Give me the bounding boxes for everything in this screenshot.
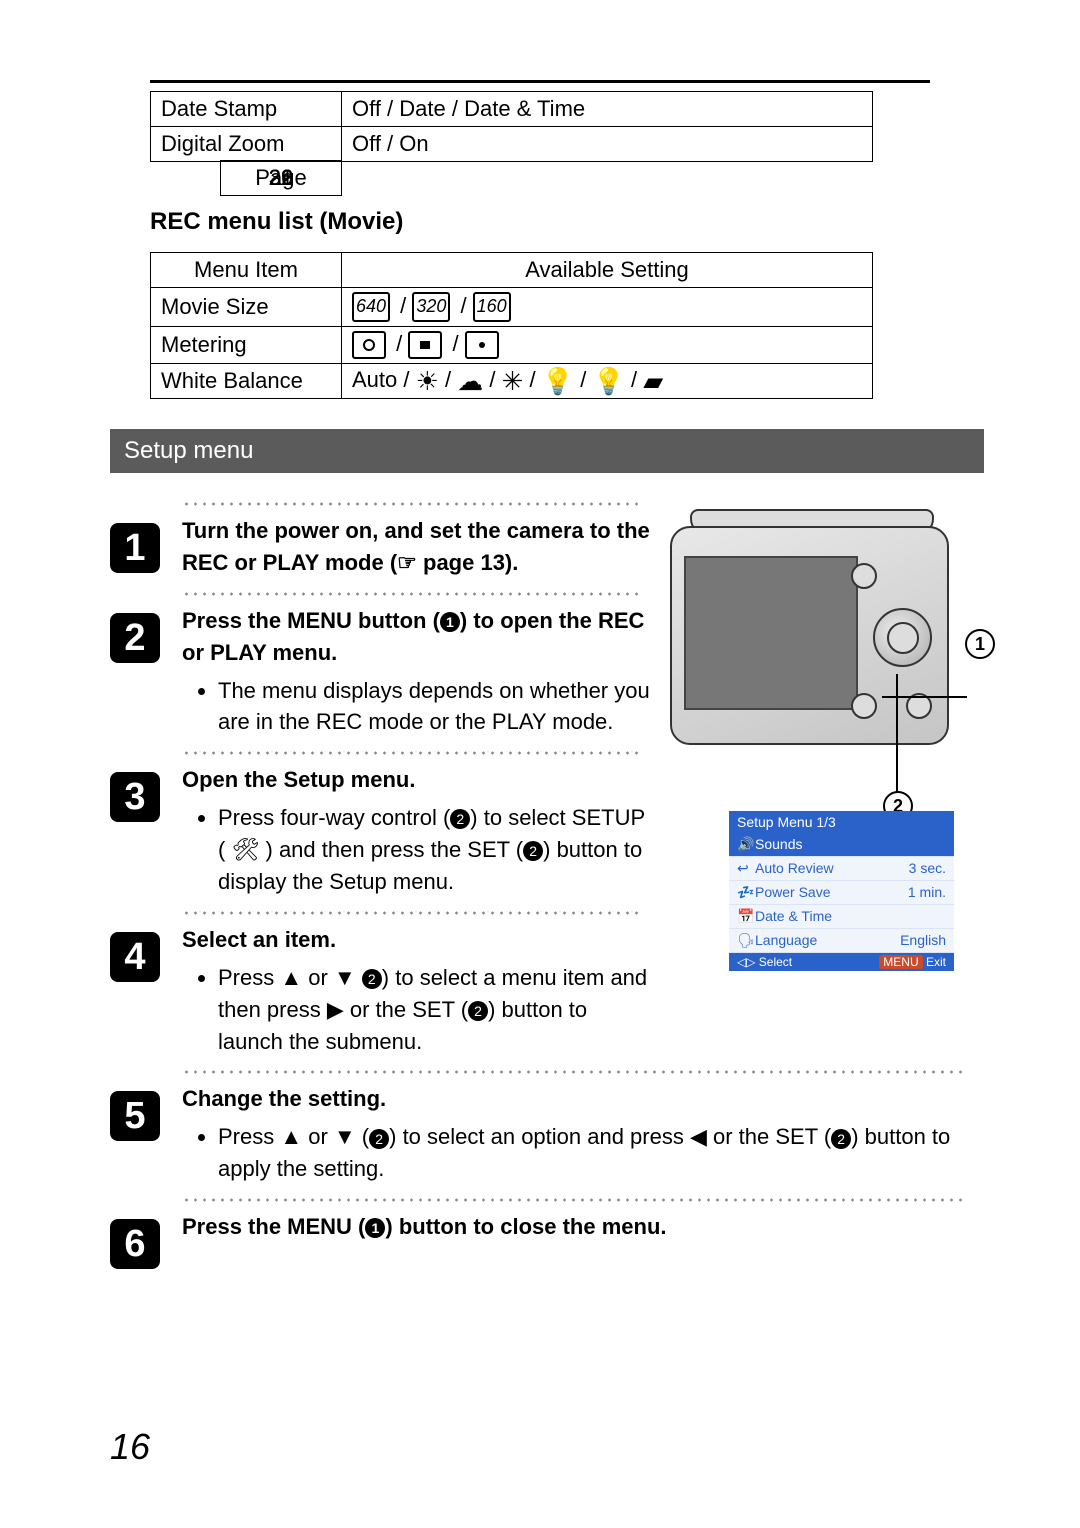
step-number: 1 <box>110 523 160 573</box>
wb-daylight-icon: ☀︎ <box>416 366 439 396</box>
step-bullet: Press ▲ or ▼ (2) to select an option and… <box>218 1121 970 1185</box>
table-movie: Menu Item Available Setting Page Movie S… <box>150 252 930 399</box>
step-title-part: Press the MENU button ( <box>182 608 440 633</box>
step-1: 1 Turn the power on, and set the camera … <box>110 501 970 579</box>
dots-divider <box>182 1069 968 1075</box>
callout-inline-2: 2 <box>468 1001 488 1021</box>
table-row: White Balance Auto / ☀︎ / ☁︎ / ✳︎ / 💡 / … <box>151 364 930 399</box>
setup-menu-bar: Setup menu <box>110 429 984 473</box>
step-bullet: The menu displays depends on whether you… <box>218 675 652 739</box>
table-row: Date Stamp Off / Date / Date & Time 31 <box>151 92 930 127</box>
table-row: Movie Size 640 / 320 / 160 26 <box>151 288 930 327</box>
step-bullet: Press four-way control (2) to select SET… <box>218 802 652 898</box>
wb-tungsten-icon: ✳︎ <box>502 366 524 396</box>
table-header-row: Menu Item Available Setting Page <box>151 253 930 288</box>
step-title-part: ) button to close the menu. <box>385 1214 666 1239</box>
page-number: 16 <box>110 1426 150 1468</box>
wb-cloudy-icon: ☁︎ <box>457 366 483 396</box>
step-number: 6 <box>110 1219 160 1269</box>
step-2: 2 Press the MENU button (1) to open the … <box>110 591 970 739</box>
dots-divider <box>182 750 642 756</box>
bullet-part: Press ▲ or ▼ ( <box>218 1124 369 1149</box>
th-setting: Available Setting <box>342 253 873 288</box>
cell-page: 29 <box>220 160 342 196</box>
wb-custom-icon: ▰ <box>643 366 663 396</box>
table-row: Digital Zoom Off / On 22 <box>151 127 930 162</box>
size-160-icon: 160 <box>473 292 511 322</box>
top-rule <box>150 80 930 83</box>
cell-item: White Balance <box>151 364 342 399</box>
wb-auto-label: Auto <box>352 367 397 392</box>
callout-inline-1: 1 <box>440 612 460 632</box>
cell-setting: Auto / ☀︎ / ☁︎ / ✳︎ / 💡 / 💡 / ▰ <box>342 364 873 399</box>
callout-inline-2: 2 <box>369 1129 389 1149</box>
step-5: 5 Change the setting. Press ▲ or ▼ (2) t… <box>110 1069 970 1185</box>
dots-divider <box>182 591 642 597</box>
meter-multi-icon <box>465 331 499 359</box>
callout-inline-2: 2 <box>831 1129 851 1149</box>
step-title: Turn the power on, and set the camera to… <box>182 518 650 575</box>
setup-icon: 🛠 <box>231 837 259 862</box>
dots-divider <box>182 501 642 507</box>
cell-setting: Off / Date / Date & Time <box>342 92 873 127</box>
meter-spot-icon <box>352 331 386 359</box>
bullet-part: Press four-way control ( <box>218 805 450 830</box>
meter-center-icon <box>408 331 442 359</box>
cell-item: Metering <box>151 327 342 364</box>
step-3: 3 Open the Setup menu. Press four-way co… <box>110 750 970 898</box>
table-top: Date Stamp Off / Date / Date & Time 31 D… <box>150 91 930 162</box>
step-title: Press the MENU (1) button to close the m… <box>182 1214 667 1239</box>
cell-setting: 640 / 320 / 160 <box>342 288 873 327</box>
step-title: Open the Setup menu. <box>182 767 415 792</box>
dots-divider <box>182 1197 968 1203</box>
cell-item: Movie Size <box>151 288 342 327</box>
wb-fluor1-icon: 💡 <box>542 366 574 396</box>
step-title: Change the setting. <box>182 1086 386 1111</box>
th-item: Menu Item <box>151 253 342 288</box>
step-title: Press the MENU button (1) to open the RE… <box>182 608 644 665</box>
size-320-icon: 320 <box>412 292 450 322</box>
pointer-icon: ☞ <box>397 550 417 575</box>
size-640-icon: 640 <box>352 292 390 322</box>
cell-item: Date Stamp <box>151 92 342 127</box>
bullet-part: ) to select an option and press ◀ or the… <box>389 1124 831 1149</box>
bullet-part: Press ▲ or ▼ <box>218 965 362 990</box>
step-bullet: Press ▲ or ▼ 2) to select a menu item an… <box>218 962 652 1058</box>
step-number: 2 <box>110 613 160 663</box>
cell-item: Digital Zoom <box>151 127 342 162</box>
step-number: 4 <box>110 932 160 982</box>
table-row: Metering / / 29 <box>151 327 930 364</box>
callout-inline-2: 2 <box>362 969 382 989</box>
callout-inline-2: 2 <box>523 841 543 861</box>
step-number: 3 <box>110 772 160 822</box>
step-title: Select an item. <box>182 927 336 952</box>
wb-fluor2-icon: 💡 <box>592 366 624 396</box>
cell-setting: / / <box>342 327 873 364</box>
step-title-part: Press the MENU ( <box>182 1214 365 1239</box>
dots-divider <box>182 910 642 916</box>
step-title-part: page 13). <box>417 550 518 575</box>
callout-inline-1: 1 <box>365 1218 385 1238</box>
step-6: 6 Press the MENU (1) button to close the… <box>110 1197 970 1243</box>
movie-heading: REC menu list (Movie) <box>150 208 970 236</box>
step-number: 5 <box>110 1091 160 1141</box>
bullet-part: ) and then press the SET ( <box>259 837 523 862</box>
step-4: 4 Select an item. Press ▲ or ▼ 2) to sel… <box>110 910 970 1058</box>
cell-setting: Off / On <box>342 127 873 162</box>
callout-inline-2: 2 <box>450 809 470 829</box>
